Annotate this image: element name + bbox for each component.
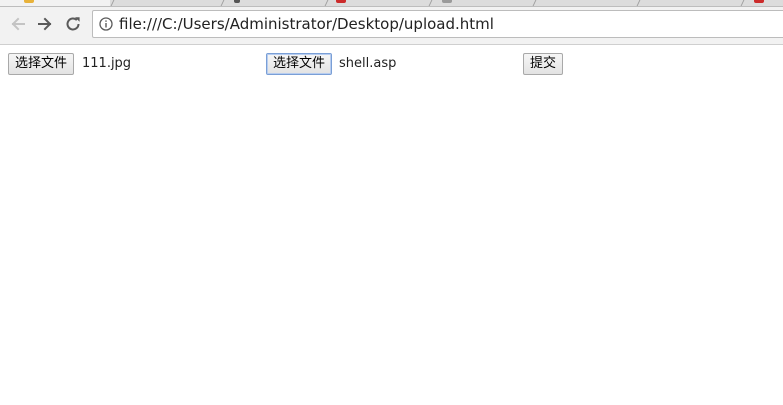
address-bar-url[interactable]: file:///C:/Users/Administrator/Desktop/u… bbox=[119, 11, 494, 37]
tab-favicon bbox=[336, 0, 346, 3]
tab-separator bbox=[324, 0, 329, 6]
tab-favicon bbox=[24, 0, 34, 3]
reload-icon bbox=[66, 17, 80, 31]
choose-file-button-1[interactable]: 选择文件 bbox=[8, 53, 75, 75]
arrow-left-icon bbox=[11, 17, 25, 31]
tab-separator bbox=[740, 0, 745, 6]
arrow-right-icon bbox=[38, 17, 52, 31]
tab-separator bbox=[636, 0, 641, 6]
selected-file-name-2: shell.asp bbox=[339, 56, 397, 71]
tab-favicon bbox=[442, 0, 452, 3]
reload-button[interactable] bbox=[63, 14, 83, 34]
tab-separator bbox=[428, 0, 433, 6]
tab-strip[interactable] bbox=[0, 0, 783, 7]
tab-separator bbox=[110, 0, 115, 6]
tab-separator bbox=[532, 0, 537, 6]
address-bar[interactable]: file:///C:/Users/Administrator/Desktop/u… bbox=[92, 10, 783, 38]
submit-button[interactable]: 提交 bbox=[523, 53, 564, 75]
back-button[interactable] bbox=[8, 14, 28, 34]
tab-active[interactable] bbox=[0, 0, 110, 6]
page-content: 选择文件 111.jpg 选择文件 shell.asp 提交 bbox=[0, 45, 783, 405]
selected-file-name-1: 111.jpg bbox=[82, 56, 132, 71]
tab-favicon bbox=[754, 0, 764, 3]
choose-file-button-2[interactable]: 选择文件 bbox=[266, 53, 333, 75]
tab-separator bbox=[220, 0, 225, 6]
browser-chrome: file:///C:/Users/Administrator/Desktop/u… bbox=[0, 0, 783, 45]
forward-button[interactable] bbox=[35, 14, 55, 34]
tab-favicon bbox=[234, 0, 240, 3]
info-icon[interactable] bbox=[99, 17, 113, 31]
